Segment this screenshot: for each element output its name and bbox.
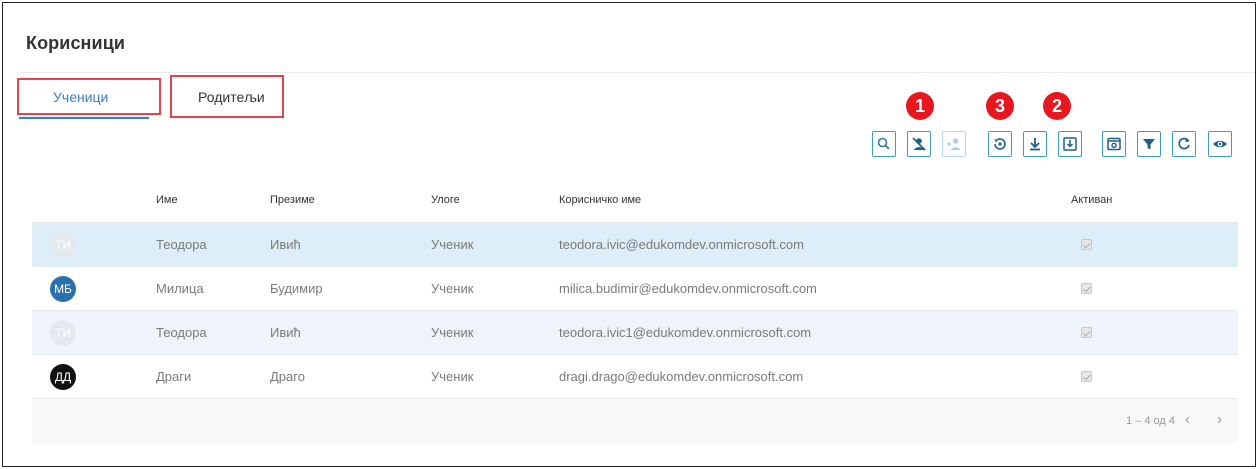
- next-page-button[interactable]: ›: [1217, 411, 1222, 428]
- avatar: ДД: [50, 364, 76, 390]
- preview-button[interactable]: [1102, 131, 1126, 157]
- last-name-cell: Будимир: [270, 281, 323, 296]
- active-checkbox: [1081, 239, 1092, 250]
- column-active[interactable]: Активан: [1071, 194, 1112, 206]
- filter-button[interactable]: [1137, 131, 1161, 157]
- first-name-cell: Драги: [156, 369, 192, 384]
- active-checkbox: [1081, 327, 1092, 338]
- title-divider: [21, 72, 1255, 73]
- table-row[interactable]: ДД Драги Драго Ученик dragi.drago@edukom…: [32, 355, 1238, 399]
- table-row[interactable]: ТИ Теодора Ивић Ученик teodora.ivic1@edu…: [32, 311, 1238, 355]
- filter-icon: [1143, 139, 1155, 150]
- tab-students[interactable]: Ученици: [17, 78, 161, 119]
- first-name-cell: Теодора: [156, 237, 207, 252]
- visibility-button[interactable]: [1208, 131, 1232, 157]
- username-cell: teodora.ivic1@edukomdev.onmicrosoft.com: [559, 325, 812, 340]
- role-cell: Ученик: [431, 237, 474, 252]
- column-first-name[interactable]: Име: [156, 194, 178, 206]
- view-icon: [1107, 137, 1121, 151]
- table-row[interactable]: МБ Милица Будимир Ученик milica.budimir@…: [32, 267, 1238, 311]
- avatar: ТИ: [50, 320, 76, 346]
- refresh-icon: [1178, 137, 1190, 150]
- first-name-cell: Теодора: [156, 325, 207, 340]
- column-username[interactable]: Корисничко име: [559, 194, 641, 206]
- download-icon: [1030, 138, 1040, 151]
- annotation-badge-3: 3: [986, 92, 1014, 120]
- column-last-name[interactable]: Презиме: [270, 194, 315, 206]
- annotation-badge-1: 1: [906, 92, 934, 120]
- download-button[interactable]: [1023, 131, 1047, 157]
- active-checkbox: [1081, 371, 1092, 382]
- person-off-icon: [912, 137, 926, 151]
- active-tab-indicator: [19, 117, 149, 119]
- role-cell: Ученик: [431, 369, 474, 384]
- role-cell: Ученик: [431, 325, 474, 340]
- previous-page-button[interactable]: ‹: [1185, 411, 1190, 428]
- import-button[interactable]: [1058, 131, 1082, 157]
- username-cell: milica.budimir@edukomdev.onmicrosoft.com: [559, 281, 817, 296]
- active-checkbox: [1081, 283, 1092, 294]
- last-name-cell: Ивић: [270, 237, 301, 252]
- table-header: Име Презиме Улоге Корисничко име Активан: [32, 177, 1238, 223]
- avatar: МБ: [50, 276, 76, 302]
- avatar: ТИ: [50, 232, 76, 258]
- username-cell: teodora.ivic@edukomdev.onmicrosoft.com: [559, 237, 804, 252]
- deactivate-user-button[interactable]: [907, 131, 931, 157]
- page-title: Корисници: [26, 33, 126, 53]
- eye-icon: [1213, 140, 1227, 148]
- search-icon: [877, 137, 890, 150]
- import-icon: [1063, 137, 1077, 151]
- users-window: Корисници Ученици Родитељи 1 3 2 Име Пре…: [2, 2, 1256, 467]
- restore-icon: [994, 138, 1006, 150]
- last-name-cell: Драго: [270, 369, 305, 384]
- restore-button[interactable]: [988, 131, 1012, 157]
- tab-parents-label: Родитељи: [198, 89, 265, 105]
- tab-parents[interactable]: Родитељи: [170, 75, 284, 118]
- person-add-icon: [947, 138, 961, 150]
- last-name-cell: Ивић: [270, 325, 301, 340]
- refresh-button[interactable]: [1172, 131, 1196, 157]
- users-table: Име Презиме Улоге Корисничко име Активан…: [32, 177, 1238, 443]
- first-name-cell: Милица: [156, 281, 204, 296]
- column-roles[interactable]: Улоге: [431, 194, 460, 206]
- table-row[interactable]: ТИ Теодора Ивић Ученик teodora.ivic@eduk…: [32, 223, 1238, 267]
- username-cell: dragi.drago@edukomdev.onmicrosoft.com: [559, 369, 804, 384]
- tab-students-label: Ученици: [53, 89, 109, 105]
- annotation-badge-2: 2: [1043, 92, 1071, 120]
- role-cell: Ученик: [431, 281, 474, 296]
- search-button[interactable]: [872, 131, 896, 157]
- pagination-range: 1 – 4 од 4: [1126, 415, 1175, 427]
- add-user-button[interactable]: [942, 131, 966, 157]
